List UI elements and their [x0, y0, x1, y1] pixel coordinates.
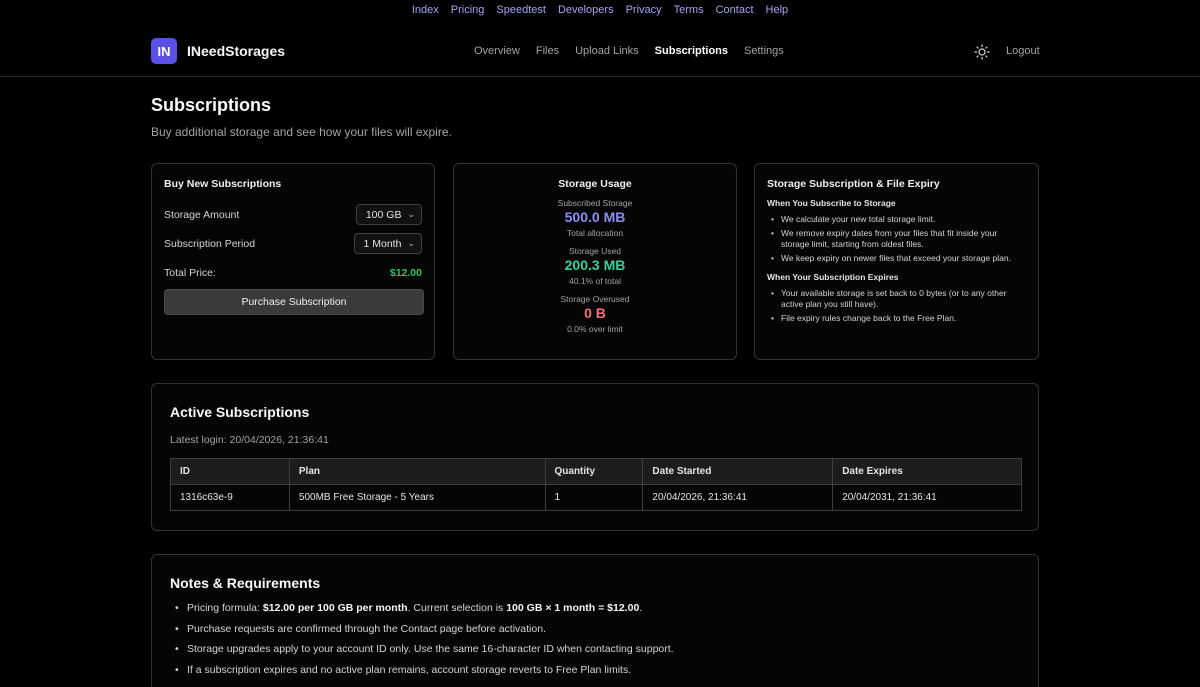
- file-expiry-card: Storage Subscription & File Expiry When …: [754, 163, 1039, 360]
- storage-amount-value: 100 GB: [365, 208, 402, 221]
- total-price-row: Total Price: $12.00: [164, 262, 422, 283]
- storage-amount-row: Storage Amount 100 GB ⌄: [164, 204, 422, 225]
- usage-card-title: Storage Usage: [558, 178, 632, 190]
- brand[interactable]: IN INeedStorages: [151, 38, 285, 64]
- cell-id: 1316c63e-9: [170, 484, 290, 511]
- storage-amount-label: Storage Amount: [164, 208, 240, 221]
- cell-plan: 500MB Free Storage - 5 Years: [288, 484, 546, 511]
- nav-upload-links[interactable]: Upload Links: [575, 45, 639, 57]
- nav-settings[interactable]: Settings: [744, 45, 784, 57]
- active-subscriptions-card: Active Subscriptions Latest login: 20/04…: [151, 383, 1039, 531]
- column-header-id: ID: [170, 458, 290, 485]
- chevron-down-icon: ⌄: [407, 209, 415, 219]
- table-header-row: ID Plan Quantity Date Started Date Expir…: [170, 458, 1022, 485]
- formula-mid: . Current selection is: [407, 602, 507, 614]
- list-item: Your available storage is set back to 0 …: [767, 288, 1026, 310]
- list-item: We calculate your new total storage limi…: [767, 214, 1026, 225]
- column-header-plan: Plan: [288, 458, 546, 485]
- cell-quantity: 1: [544, 484, 644, 511]
- buy-card-title: Buy New Subscriptions: [164, 178, 282, 190]
- active-subscriptions-title: Active Subscriptions: [170, 404, 310, 420]
- nav-subscriptions[interactable]: Subscriptions: [655, 45, 728, 57]
- storage-overused-sub: 0.0% over limit: [567, 324, 623, 334]
- storage-amount-select[interactable]: 100 GB ⌄: [355, 204, 422, 225]
- total-price-label: Total Price:: [164, 266, 216, 279]
- subscriptions-table: ID Plan Quantity Date Started Date Expir…: [170, 458, 1022, 511]
- storage-overused-label: Storage Overused: [560, 294, 630, 304]
- list-item: Storage upgrades apply to your account I…: [170, 642, 1020, 656]
- list-item: We remove expiry dates from your files t…: [767, 228, 1026, 250]
- subscription-period-select[interactable]: 1 Month ⌄: [353, 233, 422, 254]
- brand-logo: IN: [151, 38, 177, 64]
- list-item: Pricing formula: $12.00 per 100 GB per m…: [170, 601, 1020, 615]
- chevron-down-icon: ⌄: [407, 238, 415, 248]
- list-item: Purchase requests are confirmed through …: [170, 622, 1020, 636]
- page-title: Subscriptions: [151, 95, 272, 115]
- subscribed-storage-sub: Total allocation: [566, 228, 624, 238]
- column-header-quantity: Quantity: [544, 458, 644, 485]
- storage-usage-card: Storage Usage Subscribed Storage 500.0 M…: [453, 163, 737, 360]
- list-item: File expiry rules change back to the Fre…: [767, 313, 1026, 324]
- top-link-contact[interactable]: Contact: [716, 4, 754, 16]
- formula-end: .: [639, 602, 643, 614]
- subscription-period-value: 1 Month: [363, 237, 402, 250]
- top-link-speedtest[interactable]: Speedtest: [496, 4, 546, 16]
- logout-link[interactable]: Logout: [1006, 45, 1040, 57]
- top-link-developers[interactable]: Developers: [558, 4, 614, 16]
- list-item: We keep expiry on newer files that excee…: [767, 253, 1026, 264]
- sun-icon[interactable]: [974, 44, 990, 60]
- subscription-period-row: Subscription Period 1 Month ⌄: [164, 233, 422, 254]
- expiry-card-title: Storage Subscription & File Expiry: [767, 178, 940, 190]
- page-subtitle: Buy additional storage and see how your …: [151, 125, 452, 139]
- formula-rate: $12.00 per 100 GB per month: [262, 602, 408, 614]
- top-link-help[interactable]: Help: [766, 4, 789, 16]
- top-link-index[interactable]: Index: [412, 4, 439, 16]
- formula-selection: 100 GB × 1 month = $12.00: [506, 602, 640, 614]
- storage-overused-value: 0 B: [584, 305, 606, 321]
- notes-list: Pricing formula: $12.00 per 100 GB per m…: [170, 601, 1020, 677]
- total-price-value: $12.00: [389, 266, 422, 279]
- latest-login: Latest login: 20/04/2026, 21:36:41: [170, 434, 329, 446]
- header: IN INeedStorages Overview Files Upload L…: [0, 28, 1200, 77]
- cell-date-started: 20/04/2026, 21:36:41: [642, 484, 834, 511]
- expires-list: Your available storage is set back to 0 …: [767, 288, 1026, 324]
- storage-used-value: 200.3 MB: [564, 257, 626, 273]
- buy-subscription-card: Buy New Subscriptions Storage Amount 100…: [151, 163, 435, 360]
- subscribe-list: We calculate your new total storage limi…: [767, 214, 1026, 264]
- purchase-subscription-button[interactable]: Purchase Subscription: [164, 289, 424, 315]
- column-header-date-expires: Date Expires: [832, 458, 1022, 485]
- main-nav: Overview Files Upload Links Subscription…: [474, 45, 784, 57]
- subscribed-storage-value: 500.0 MB: [564, 209, 626, 225]
- subscribed-storage-label: Subscribed Storage: [557, 198, 633, 208]
- cell-date-expires: 20/04/2031, 21:36:41: [832, 484, 1022, 511]
- storage-used-label: Storage Used: [569, 246, 621, 256]
- nav-files[interactable]: Files: [536, 45, 559, 57]
- notes-title: Notes & Requirements: [170, 575, 321, 591]
- formula-prefix: Pricing formula:: [187, 602, 263, 614]
- list-item: If a subscription expires and no active …: [170, 663, 1020, 677]
- notes-card: Notes & Requirements Pricing formula: $1…: [151, 554, 1039, 687]
- subscription-period-label: Subscription Period: [164, 237, 256, 250]
- expires-heading: When Your Subscription Expires: [767, 272, 899, 282]
- column-header-date-started: Date Started: [642, 458, 834, 485]
- top-link-terms[interactable]: Terms: [674, 4, 704, 16]
- brand-name: INeedStorages: [187, 43, 286, 59]
- nav-overview[interactable]: Overview: [474, 45, 520, 57]
- table-row: 1316c63e-9 500MB Free Storage - 5 Years …: [170, 484, 1022, 511]
- storage-used-sub: 40.1% of total: [569, 276, 621, 286]
- top-links: Index Pricing Speedtest Developers Priva…: [0, 4, 1200, 16]
- top-link-pricing[interactable]: Pricing: [451, 4, 485, 16]
- top-link-privacy[interactable]: Privacy: [626, 4, 662, 16]
- subscribe-heading: When You Subscribe to Storage: [767, 198, 896, 208]
